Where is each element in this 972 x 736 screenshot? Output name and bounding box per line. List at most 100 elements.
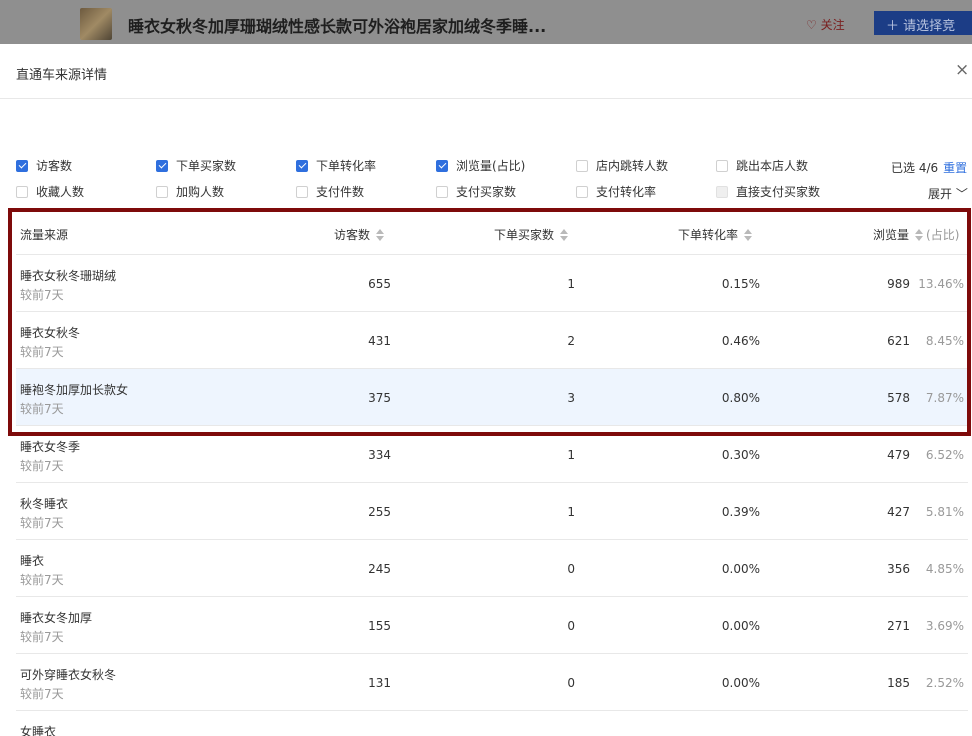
expand-toggle[interactable]: 展开 ﹀	[928, 185, 968, 202]
checkbox-icon[interactable]	[296, 185, 308, 198]
table-row[interactable]: 可外穿睡衣女秋冬 较前7天 131 0 0.00% 185 2.52%	[16, 654, 968, 711]
source-name: 可外穿睡衣女秋冬	[20, 668, 117, 682]
filter-option-label: 支付件数	[316, 185, 365, 199]
checkbox-icon[interactable]	[716, 185, 728, 198]
table-row[interactable]: 女睡衣	[16, 711, 968, 736]
filter-option-label: 下单转化率	[316, 159, 377, 173]
filter-option[interactable]: 支付件数	[296, 183, 364, 200]
sort-icon[interactable]	[744, 229, 753, 241]
table-row[interactable]: 睡衣女冬季 较前7天 334 1 0.30% 479 6.52%	[16, 426, 968, 483]
conversion-value: 0.46%	[721, 334, 760, 348]
checkbox-checked-icon[interactable]	[296, 159, 308, 172]
source-name: 秋冬睡衣	[20, 497, 69, 511]
filter-option[interactable]: 跳出本店人数	[716, 157, 808, 174]
filter-option-label: 浏览量(占比)	[456, 159, 526, 173]
filter-option-label: 收藏人数	[36, 185, 85, 199]
col-source: 流量来源	[20, 228, 69, 242]
visitors-value: 334	[368, 448, 391, 462]
filter-option-label: 支付买家数	[456, 185, 517, 199]
select-competitor-label: 请选择竞	[903, 19, 956, 34]
filter-option[interactable]: 支付转化率	[576, 183, 656, 200]
source-name: 睡衣女秋冬	[20, 326, 81, 340]
checkbox-icon[interactable]	[576, 159, 588, 172]
expand-label: 展开	[928, 187, 953, 201]
share-value: 4.85%	[925, 562, 964, 576]
checkbox-icon[interactable]	[436, 185, 448, 198]
filter-option[interactable]: 加购人数	[156, 183, 224, 200]
source-name: 睡袍冬加厚加长款女	[20, 383, 129, 397]
table-row[interactable]: 睡衣 较前7天 245 0 0.00% 356 4.85%	[16, 540, 968, 597]
checkbox-checked-icon[interactable]	[156, 159, 168, 172]
filter-option[interactable]: 浏览量(占比)	[436, 157, 525, 174]
compare-label: 较前7天	[20, 345, 64, 359]
visitors-value: 375	[368, 391, 391, 405]
reset-link[interactable]: 重置	[943, 161, 967, 175]
checkbox-icon[interactable]	[16, 185, 28, 198]
visitors-value: 245	[368, 562, 391, 576]
table-header: 流量来源 访客数 下单买家数 下单转化率 浏览量 (占比)	[16, 212, 968, 255]
checkbox-icon[interactable]	[156, 185, 168, 198]
filter-option[interactable]: 直接支付买家数	[716, 183, 820, 200]
close-icon[interactable]: ×	[955, 62, 969, 79]
conversion-value: 0.00%	[721, 619, 760, 633]
product-header: 睡衣女秋冬加厚珊瑚绒性感长款可外浴袍居家加绒冬季睡... ♡ 关注 ＋ 请选择竞	[0, 0, 972, 44]
views-value: 356	[887, 562, 910, 576]
filter-option-label: 店内跳转人数	[596, 159, 669, 173]
select-competitor-button[interactable]: ＋ 请选择竞	[874, 11, 972, 35]
col-views[interactable]: 浏览量 (占比)	[873, 226, 959, 243]
filter-option[interactable]: 下单买家数	[156, 157, 236, 174]
col-visitors[interactable]: 访客数	[334, 226, 385, 243]
table-row[interactable]: 睡袍冬加厚加长款女 较前7天 375 3 0.80% 578 7.87%	[16, 369, 968, 426]
views-value: 989	[887, 277, 910, 291]
source-name: 睡衣女秋冬珊瑚绒	[20, 269, 117, 283]
conversion-value: 0.00%	[721, 676, 760, 690]
checkbox-icon[interactable]	[576, 185, 588, 198]
filter-option[interactable]: 下单转化率	[296, 157, 376, 174]
col-conversion[interactable]: 下单转化率	[678, 226, 753, 243]
metric-filters: 已选 4/6 重置 展开 ﹀ 访客数 下单买家数 下单转化率 浏览量(占比) 店内跳转人数…	[0, 157, 972, 207]
product-thumbnail[interactable]	[80, 8, 112, 40]
selected-count: 已选 4/6	[891, 161, 939, 175]
filter-option-label: 支付转化率	[596, 185, 657, 199]
filter-option[interactable]: 支付买家数	[436, 183, 516, 200]
source-name: 女睡衣	[20, 725, 57, 736]
filter-option-label: 跳出本店人数	[736, 159, 809, 173]
buyers-value: 0	[567, 619, 575, 633]
follow-button[interactable]: ♡ 关注	[806, 16, 845, 33]
buyers-value: 1	[567, 448, 575, 462]
plus-icon: ＋	[886, 19, 900, 34]
checkbox-checked-icon[interactable]	[436, 159, 448, 172]
filter-option[interactable]: 店内跳转人数	[576, 157, 668, 174]
table-row[interactable]: 睡衣女冬加厚 较前7天 155 0 0.00% 271 3.69%	[16, 597, 968, 654]
views-value: 185	[887, 676, 910, 690]
views-value: 271	[887, 619, 910, 633]
col-buyers-label: 下单买家数	[494, 228, 555, 242]
table-row[interactable]: 秋冬睡衣 较前7天 255 1 0.39% 427 5.81%	[16, 483, 968, 540]
conversion-value: 0.30%	[721, 448, 760, 462]
table-row[interactable]: 睡衣女秋冬珊瑚绒 较前7天 655 1 0.15% 989 13.46%	[16, 255, 968, 312]
compare-label: 较前7天	[20, 288, 64, 302]
dialog-header: 直通车来源详情 ×	[0, 44, 972, 99]
filter-option-label: 访客数	[36, 159, 73, 173]
share-value: 13.46%	[918, 277, 964, 291]
sort-icon[interactable]	[915, 229, 924, 241]
source-name: 睡衣女冬季	[20, 440, 81, 454]
checkbox-checked-icon[interactable]	[16, 159, 28, 172]
table-row[interactable]: 睡衣女秋冬 较前7天 431 2 0.46% 621 8.45%	[16, 312, 968, 369]
conversion-value: 0.39%	[721, 505, 760, 519]
col-buyers[interactable]: 下单买家数	[494, 226, 569, 243]
share-value: 2.52%	[925, 676, 964, 690]
col-share-label: (占比)	[926, 228, 960, 242]
sort-icon[interactable]	[560, 229, 569, 241]
filter-option[interactable]: 收藏人数	[16, 183, 84, 200]
views-value: 578	[887, 391, 910, 405]
filter-option[interactable]: 访客数	[16, 157, 72, 174]
share-value: 7.87%	[925, 391, 964, 405]
buyers-value: 1	[567, 277, 575, 291]
sort-icon[interactable]	[376, 229, 385, 241]
visitors-value: 255	[368, 505, 391, 519]
filter-option-label: 下单买家数	[176, 159, 237, 173]
checkbox-icon[interactable]	[716, 159, 728, 172]
table-body: 睡衣女秋冬珊瑚绒 较前7天 655 1 0.15% 989 13.46% 睡衣女秋冬 较前7天 4…	[16, 255, 968, 736]
product-title[interactable]: 睡衣女秋冬加厚珊瑚绒性感长款可外浴袍居家加绒冬季睡...	[128, 13, 546, 37]
